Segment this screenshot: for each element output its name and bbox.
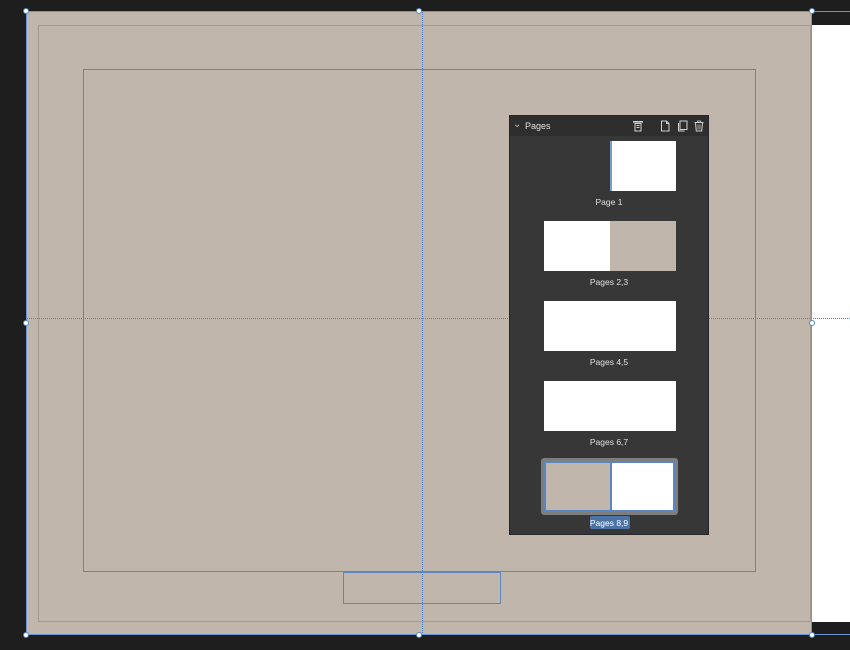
page-right xyxy=(612,463,673,510)
thumbnail-label-selected: Pages 8,9 xyxy=(589,518,629,528)
thumbnail-label: Pages 6,7 xyxy=(589,437,629,447)
page-thumbnail-4-5[interactable] xyxy=(544,301,676,351)
page-left xyxy=(546,463,610,510)
thumbnail-label: Page 1 xyxy=(595,197,623,207)
page-left xyxy=(544,221,610,271)
selection-edge-top xyxy=(812,11,850,12)
selection-edge-bottom xyxy=(812,634,850,635)
resize-handle-right[interactable] xyxy=(809,320,815,326)
pages-panel: ⌄ Pages Page 1 Pages 2,3 Pages 4,5 Pages… xyxy=(509,115,709,535)
spread-pages xyxy=(544,381,676,431)
page-right xyxy=(612,141,676,191)
panel-header: ⌄ Pages xyxy=(510,116,708,136)
thumbnail-label: Pages 2,3 xyxy=(589,277,629,287)
thumbnail-label: Pages 4,5 xyxy=(589,357,629,367)
resize-handle-top-right[interactable] xyxy=(809,8,815,14)
resize-handle-top-left[interactable] xyxy=(23,8,29,14)
page-thumbnail-6-7[interactable] xyxy=(544,381,676,431)
resize-handle-bottom-right[interactable] xyxy=(809,632,815,638)
page-thumbnail-1[interactable] xyxy=(610,141,676,191)
next-page-edge[interactable] xyxy=(812,25,850,622)
resize-handle-bottom-left[interactable] xyxy=(23,632,29,638)
delete-page-icon[interactable] xyxy=(693,120,705,132)
add-page-icon[interactable] xyxy=(659,120,671,132)
duplicate-page-icon[interactable] xyxy=(676,120,688,132)
panel-title: Pages xyxy=(525,121,551,131)
page-right xyxy=(610,221,676,271)
resize-handle-top[interactable] xyxy=(416,8,422,14)
page-thumbnail-2-3[interactable] xyxy=(544,221,676,271)
page-thumbnail-8-9[interactable] xyxy=(541,458,678,515)
chevron-down-icon[interactable]: ⌄ xyxy=(513,119,521,130)
spread-pages xyxy=(544,301,676,351)
master-pages-icon[interactable] xyxy=(632,120,644,132)
resize-handle-bottom[interactable] xyxy=(416,632,422,638)
resize-handle-left[interactable] xyxy=(23,320,29,326)
